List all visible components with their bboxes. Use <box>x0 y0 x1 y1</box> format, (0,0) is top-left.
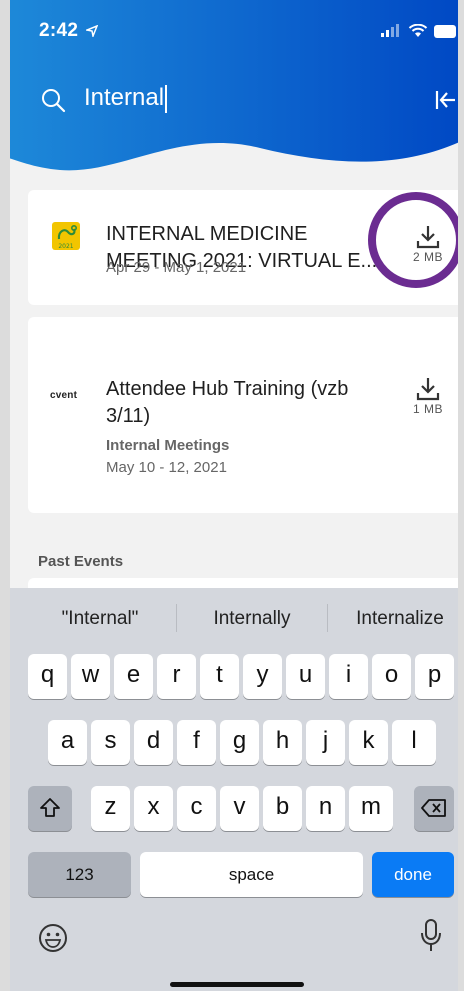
event-title[interactable]: Attendee Hub Training (vzb 3/11) <box>106 376 381 430</box>
suggestion-divider <box>176 604 177 632</box>
signal-icon <box>381 24 399 37</box>
key-q[interactable]: q <box>28 654 67 699</box>
event-dates: May 10 - 12, 2021 <box>106 459 227 476</box>
key-i[interactable]: i <box>329 654 368 699</box>
numbers-key[interactable]: 123 <box>28 852 131 897</box>
key-s[interactable]: s <box>91 720 130 765</box>
suggestion-2[interactable]: Internally <box>192 608 312 630</box>
shift-icon <box>40 798 60 817</box>
space-key[interactable]: space <box>140 852 363 897</box>
event-logo-icon: 2021 <box>52 222 80 250</box>
key-y[interactable]: y <box>243 654 282 699</box>
download-button[interactable]: 1 MB <box>406 376 450 416</box>
search-icon <box>42 89 66 113</box>
keyboard: "Internal" Internally Internalize q w e … <box>0 588 464 991</box>
download-size: 2 MB <box>412 250 443 264</box>
key-n[interactable]: n <box>306 786 345 831</box>
text-caret <box>165 84 168 113</box>
header: 2:42 Internal <box>0 0 464 200</box>
download-icon <box>416 226 440 249</box>
done-key[interactable]: done <box>372 852 454 897</box>
key-w[interactable]: w <box>71 654 110 699</box>
key-j[interactable]: j <box>306 720 345 765</box>
download-size: 1 MB <box>412 402 443 416</box>
keyboard-suggestions: "Internal" Internally Internalize <box>0 588 464 648</box>
location-arrow-icon <box>84 24 99 39</box>
microphone-icon[interactable] <box>420 918 442 954</box>
shift-key[interactable] <box>28 786 72 831</box>
key-c[interactable]: c <box>177 786 216 831</box>
key-d[interactable]: d <box>134 720 173 765</box>
key-t[interactable]: t <box>200 654 239 699</box>
key-l[interactable]: l <box>392 720 436 765</box>
screen-edge-left <box>0 0 10 991</box>
svg-text:2021: 2021 <box>58 243 73 250</box>
key-o[interactable]: o <box>372 654 411 699</box>
search-bar[interactable]: Internal <box>0 80 464 120</box>
key-h[interactable]: h <box>263 720 302 765</box>
home-indicator <box>170 982 304 987</box>
key-e[interactable]: e <box>114 654 153 699</box>
suggestion-3[interactable]: Internalize <box>340 608 460 630</box>
key-g[interactable]: g <box>220 720 259 765</box>
status-time: 2:42 <box>39 20 99 42</box>
key-r[interactable]: r <box>157 654 196 699</box>
key-m[interactable]: m <box>349 786 393 831</box>
backspace-icon <box>421 799 446 817</box>
collapse-left-icon[interactable] <box>434 89 456 111</box>
suggestion-1[interactable]: "Internal" <box>40 608 160 630</box>
event-dates: Apr 29 - May 1, 2021 <box>106 259 247 276</box>
wifi-icon <box>408 24 428 37</box>
screen-edge-right <box>458 0 464 991</box>
event-subtitle: Internal Meetings <box>106 437 230 454</box>
battery-icon <box>434 24 456 38</box>
delete-key[interactable] <box>414 786 454 831</box>
key-f[interactable]: f <box>177 720 216 765</box>
download-button[interactable]: 2 MB <box>406 224 450 264</box>
emoji-icon[interactable] <box>37 922 69 954</box>
download-icon <box>416 378 440 401</box>
event-card[interactable]: 2021 INTERNAL MEDICINE MEETING 2021: VIR… <box>28 190 464 305</box>
key-v[interactable]: v <box>220 786 259 831</box>
suggestion-divider <box>327 604 328 632</box>
event-card[interactable]: cvent Attendee Hub Training (vzb 3/11) I… <box>28 317 464 513</box>
status-bar: 2:42 <box>0 0 464 60</box>
past-events-heading: Past Events <box>38 553 124 570</box>
phone-screen: 2:42 Internal 2021 INTERNAL MEDICINE MEE… <box>0 0 464 991</box>
key-b[interactable]: b <box>263 786 302 831</box>
key-x[interactable]: x <box>134 786 173 831</box>
key-z[interactable]: z <box>91 786 130 831</box>
key-p[interactable]: p <box>415 654 454 699</box>
status-icons <box>380 24 456 38</box>
key-u[interactable]: u <box>286 654 325 699</box>
key-k[interactable]: k <box>349 720 388 765</box>
key-a[interactable]: a <box>48 720 87 765</box>
cvent-logo: cvent <box>50 390 78 401</box>
search-input[interactable]: Internal <box>84 84 168 113</box>
